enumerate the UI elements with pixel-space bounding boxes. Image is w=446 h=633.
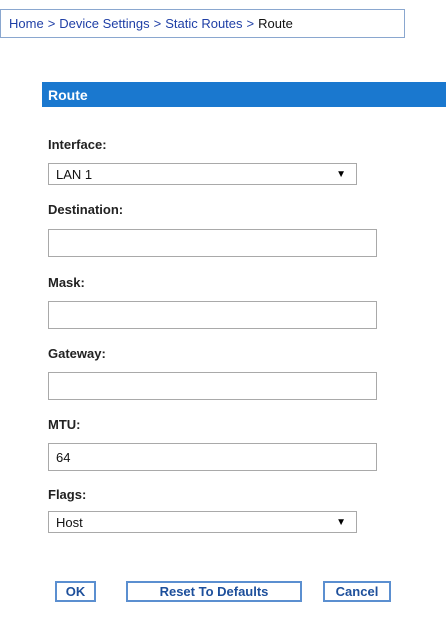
interface-label: Interface:	[48, 137, 107, 152]
breadcrumb-separator: >	[153, 16, 162, 31]
reset-to-defaults-button[interactable]: Reset To Defaults	[126, 581, 302, 602]
breadcrumb-home-link[interactable]: Home	[9, 16, 44, 31]
breadcrumb-separator: >	[246, 16, 255, 31]
interface-select-value: LAN 1	[56, 166, 93, 182]
flags-select-value: Host	[56, 514, 83, 530]
mask-input[interactable]	[48, 301, 377, 329]
cancel-button[interactable]: Cancel	[323, 581, 391, 602]
ok-button[interactable]: OK	[55, 581, 96, 602]
chevron-down-icon: ▼	[336, 168, 346, 180]
interface-select[interactable]: LAN 1 ▼	[48, 163, 357, 185]
mtu-input[interactable]	[48, 443, 377, 471]
flags-label: Flags:	[48, 487, 87, 502]
chevron-down-icon: ▼	[336, 516, 346, 528]
breadcrumb-device-settings-link[interactable]: Device Settings	[59, 16, 149, 31]
breadcrumb: Home > Device Settings > Static Routes >…	[0, 9, 405, 38]
gateway-label: Gateway:	[48, 346, 106, 361]
breadcrumb-static-routes-link[interactable]: Static Routes	[165, 16, 242, 31]
breadcrumb-current: Route	[258, 16, 293, 31]
flags-select[interactable]: Host ▼	[48, 511, 357, 533]
breadcrumb-separator: >	[47, 16, 56, 31]
mtu-label: MTU:	[48, 417, 81, 432]
route-page: Home > Device Settings > Static Routes >…	[0, 0, 446, 633]
section-header: Route	[42, 82, 446, 107]
mask-label: Mask:	[48, 275, 85, 290]
gateway-input[interactable]	[48, 372, 377, 400]
destination-label: Destination:	[48, 202, 124, 217]
destination-input[interactable]	[48, 229, 377, 257]
